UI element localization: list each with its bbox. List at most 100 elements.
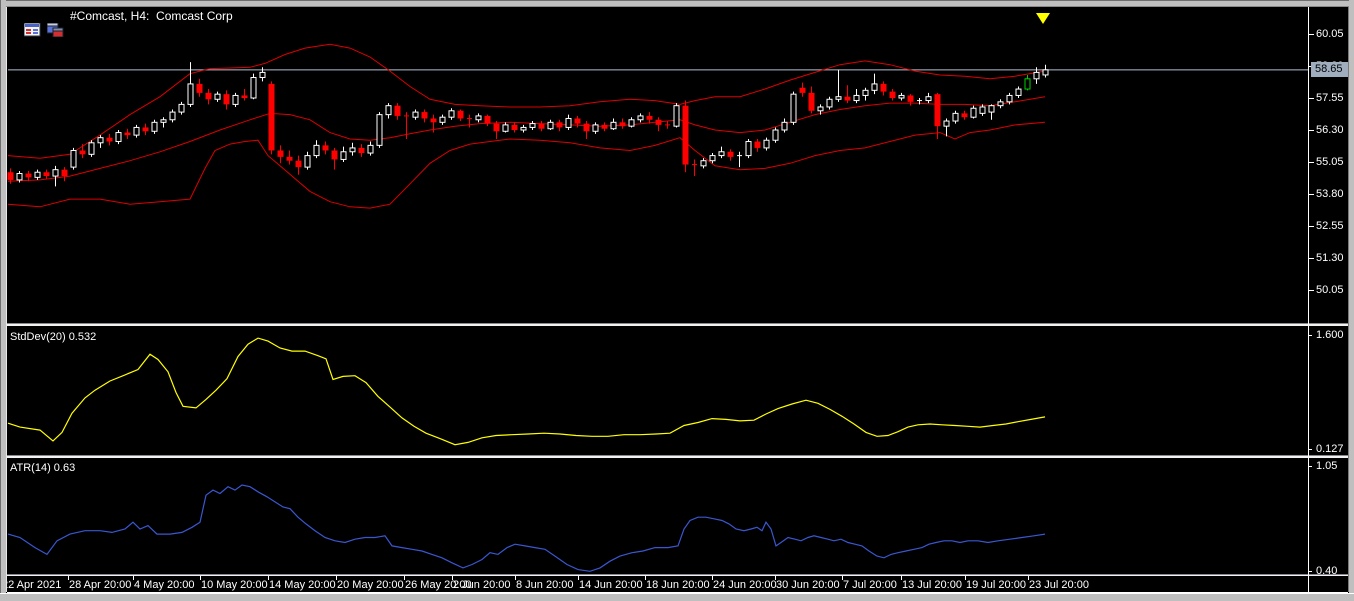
stddev-line — [7, 337, 1046, 446]
panel-separator[interactable] — [7, 455, 1348, 458]
candle — [493, 121, 500, 139]
price-axis-label: 55.05 — [1316, 156, 1344, 168]
panel-separator — [7, 574, 1348, 576]
candle — [601, 122, 608, 132]
candle — [223, 90, 230, 110]
candle — [25, 170, 32, 182]
candle — [1042, 64, 1049, 78]
candle — [538, 121, 545, 132]
candle — [925, 92, 932, 104]
price-axis-tick — [1308, 130, 1314, 131]
candle — [1015, 86, 1022, 98]
time-axis-label: 28 Apr 20:00 — [69, 579, 132, 591]
candle — [880, 81, 887, 96]
price-axis-label: 51.30 — [1316, 252, 1344, 264]
candle — [556, 119, 563, 132]
candle — [448, 108, 455, 120]
chart-windows-icon — [47, 9, 64, 37]
candle — [646, 112, 653, 124]
candle — [79, 144, 86, 159]
candle — [844, 85, 851, 104]
candle — [394, 103, 401, 120]
candle — [853, 89, 860, 104]
price-axis-border — [1308, 7, 1309, 592]
time-axis-label: 22 Apr 2021 — [2, 579, 62, 591]
time-axis-label: 19 Jul 20:00 — [966, 579, 1026, 591]
candle — [412, 109, 419, 120]
candle — [187, 62, 194, 107]
atr-line — [7, 484, 1046, 572]
panel-separator[interactable] — [7, 323, 1348, 326]
candle — [313, 140, 320, 159]
candle — [637, 113, 644, 123]
indicator-axis-tick — [1308, 449, 1312, 450]
candle — [178, 101, 185, 115]
chart-title-text: #Comcast, H4: Comcast Corp — [70, 8, 233, 23]
time-axis-label: 30 Jun 20:00 — [776, 579, 840, 591]
candle — [934, 92, 941, 139]
candle — [484, 114, 491, 127]
candle — [1024, 74, 1031, 91]
main-chart-canvas[interactable] — [0, 7, 1354, 323]
frame-inner-highlight — [6, 7, 7, 592]
price-axis-label: 57.55 — [1316, 92, 1344, 104]
candle — [799, 82, 806, 97]
candle — [835, 69, 842, 102]
time-axis-label: 20 May 20:00 — [337, 579, 404, 591]
candle — [142, 123, 149, 136]
candle — [889, 89, 896, 101]
indicator-axis-tick — [1308, 571, 1312, 572]
candle — [115, 130, 122, 145]
time-axis-label: 14 May 20:00 — [269, 579, 336, 591]
candle — [790, 91, 797, 125]
candle — [970, 105, 977, 119]
candle — [196, 78, 203, 97]
candle — [718, 146, 725, 159]
mt4-chart-window: 60.0558.8057.5556.3055.0553.8052.5551.30… — [0, 0, 1354, 601]
candle — [665, 121, 670, 129]
stddev-indicator-label: StdDev(20) 0.532 — [10, 331, 97, 343]
stddev-chart-canvas[interactable] — [0, 327, 1354, 455]
candle — [808, 86, 815, 114]
price-axis-label: 50.05 — [1316, 284, 1344, 296]
atr-indicator-label: ATR(14) 0.63 — [10, 462, 76, 474]
candle — [106, 133, 113, 146]
indicator-axis-tick — [1308, 335, 1312, 336]
atr-chart-canvas[interactable] — [0, 458, 1354, 574]
indicator-axis-label: 0.40 — [1316, 565, 1338, 577]
candle — [826, 96, 833, 110]
time-axis-label: 13 Jul 20:00 — [902, 579, 962, 591]
candle — [502, 122, 509, 133]
candle — [349, 142, 356, 156]
price-axis-tick — [1308, 226, 1314, 227]
indicator-axis-label: 1.600 — [1316, 329, 1344, 341]
candle — [520, 124, 527, 133]
candle — [52, 165, 59, 187]
candle — [358, 144, 365, 157]
candle — [763, 137, 770, 151]
price-axis-tick — [1308, 258, 1314, 259]
chart-title-bar: #Comcast, H4: Comcast Corp — [24, 8, 233, 37]
time-axis-label: 23 Jul 20:00 — [1029, 579, 1089, 591]
candle — [952, 110, 959, 124]
latest-bar-marker-icon — [1036, 13, 1050, 24]
candle — [304, 151, 311, 170]
candle — [709, 153, 716, 164]
candle — [692, 159, 697, 177]
candle — [988, 104, 995, 120]
candle — [232, 92, 239, 107]
candle — [619, 118, 626, 129]
candle — [457, 109, 464, 122]
current-price-tag: 58.65 — [1311, 62, 1352, 77]
price-axis-label: 53.80 — [1316, 188, 1344, 200]
candle — [205, 89, 212, 105]
time-axis-label: 18 Jun 20:00 — [646, 579, 710, 591]
window-frame-bottom — [0, 593, 1354, 601]
candle — [214, 91, 221, 102]
candle — [943, 118, 950, 137]
time-axis-label: 4 May 20:00 — [134, 579, 195, 591]
time-axis-label: 10 May 20:00 — [201, 579, 268, 591]
candle — [385, 103, 392, 119]
candle — [151, 119, 158, 134]
candle — [475, 113, 482, 123]
